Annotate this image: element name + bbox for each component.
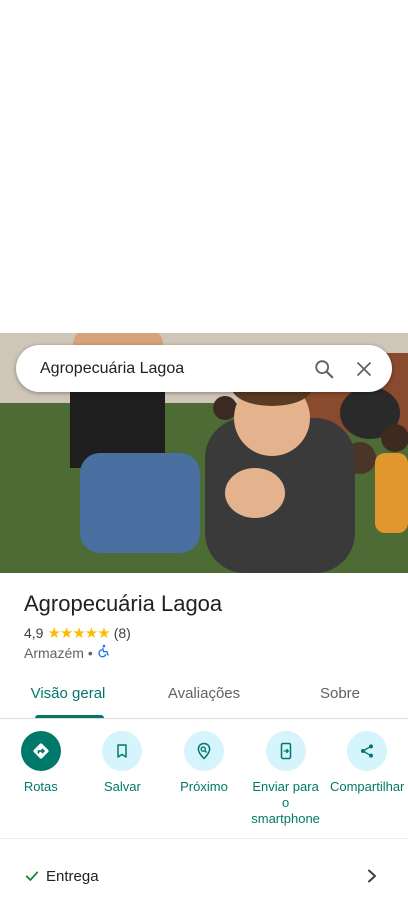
share-button[interactable]: Compartilhar xyxy=(330,731,404,837)
nearby-button[interactable]: Próximo xyxy=(167,731,241,837)
category-row: Armazém • xyxy=(24,644,392,661)
save-button[interactable]: Salvar xyxy=(85,731,159,837)
rating-row[interactable]: 4,9 ★★★★★ (8) xyxy=(24,624,392,642)
tab-bar: Visão geral Avaliações Sobre xyxy=(0,672,408,719)
chevron-right-icon[interactable] xyxy=(366,869,378,883)
nearby-label: Próximo xyxy=(180,779,228,794)
tab-overview[interactable]: Visão geral xyxy=(0,672,136,718)
nearby-icon[interactable] xyxy=(183,731,224,771)
delivery-label: Entrega xyxy=(46,867,99,885)
tab-about[interactable]: Sobre xyxy=(272,672,408,718)
separator: • xyxy=(87,644,93,661)
share-icon[interactable] xyxy=(347,731,388,771)
directions-label: Rotas xyxy=(23,779,58,794)
close-icon[interactable] xyxy=(344,349,384,389)
action-bar: Rotas Salvar Próximo Enviar para o smart… xyxy=(0,731,408,837)
review-count: (8) xyxy=(113,625,131,641)
search-input[interactable]: Agropecuária Lagoa xyxy=(16,360,304,378)
search-icon[interactable] xyxy=(304,349,344,389)
stars-icon: ★★★★★ xyxy=(47,625,110,642)
bookmark-icon[interactable] xyxy=(102,731,143,771)
place-title: Agropecuária Lagoa xyxy=(24,591,223,616)
place-info: Agropecuária Lagoa 4,9 ★★★★★ (8) Armazém… xyxy=(24,590,392,661)
directions-button[interactable]: Rotas xyxy=(4,731,78,837)
send-to-phone-button[interactable]: Enviar para o smartphone xyxy=(249,731,323,837)
rating-value: 4,9 xyxy=(24,625,44,641)
tab-reviews[interactable]: Avaliações xyxy=(136,672,272,718)
category-label: Armazém xyxy=(24,644,84,661)
divider xyxy=(0,838,408,839)
check-icon xyxy=(24,868,40,884)
send-to-phone-label: Enviar para o smartphone xyxy=(251,779,320,826)
wheelchair-icon xyxy=(97,644,111,661)
share-label: Compartilhar xyxy=(329,779,405,794)
save-label: Salvar xyxy=(103,779,141,794)
delivery-row[interactable]: Entrega xyxy=(0,858,408,894)
send-to-phone-icon[interactable] xyxy=(265,731,306,771)
directions-icon[interactable] xyxy=(20,731,61,771)
search-bar[interactable]: Agropecuária Lagoa xyxy=(16,345,392,392)
